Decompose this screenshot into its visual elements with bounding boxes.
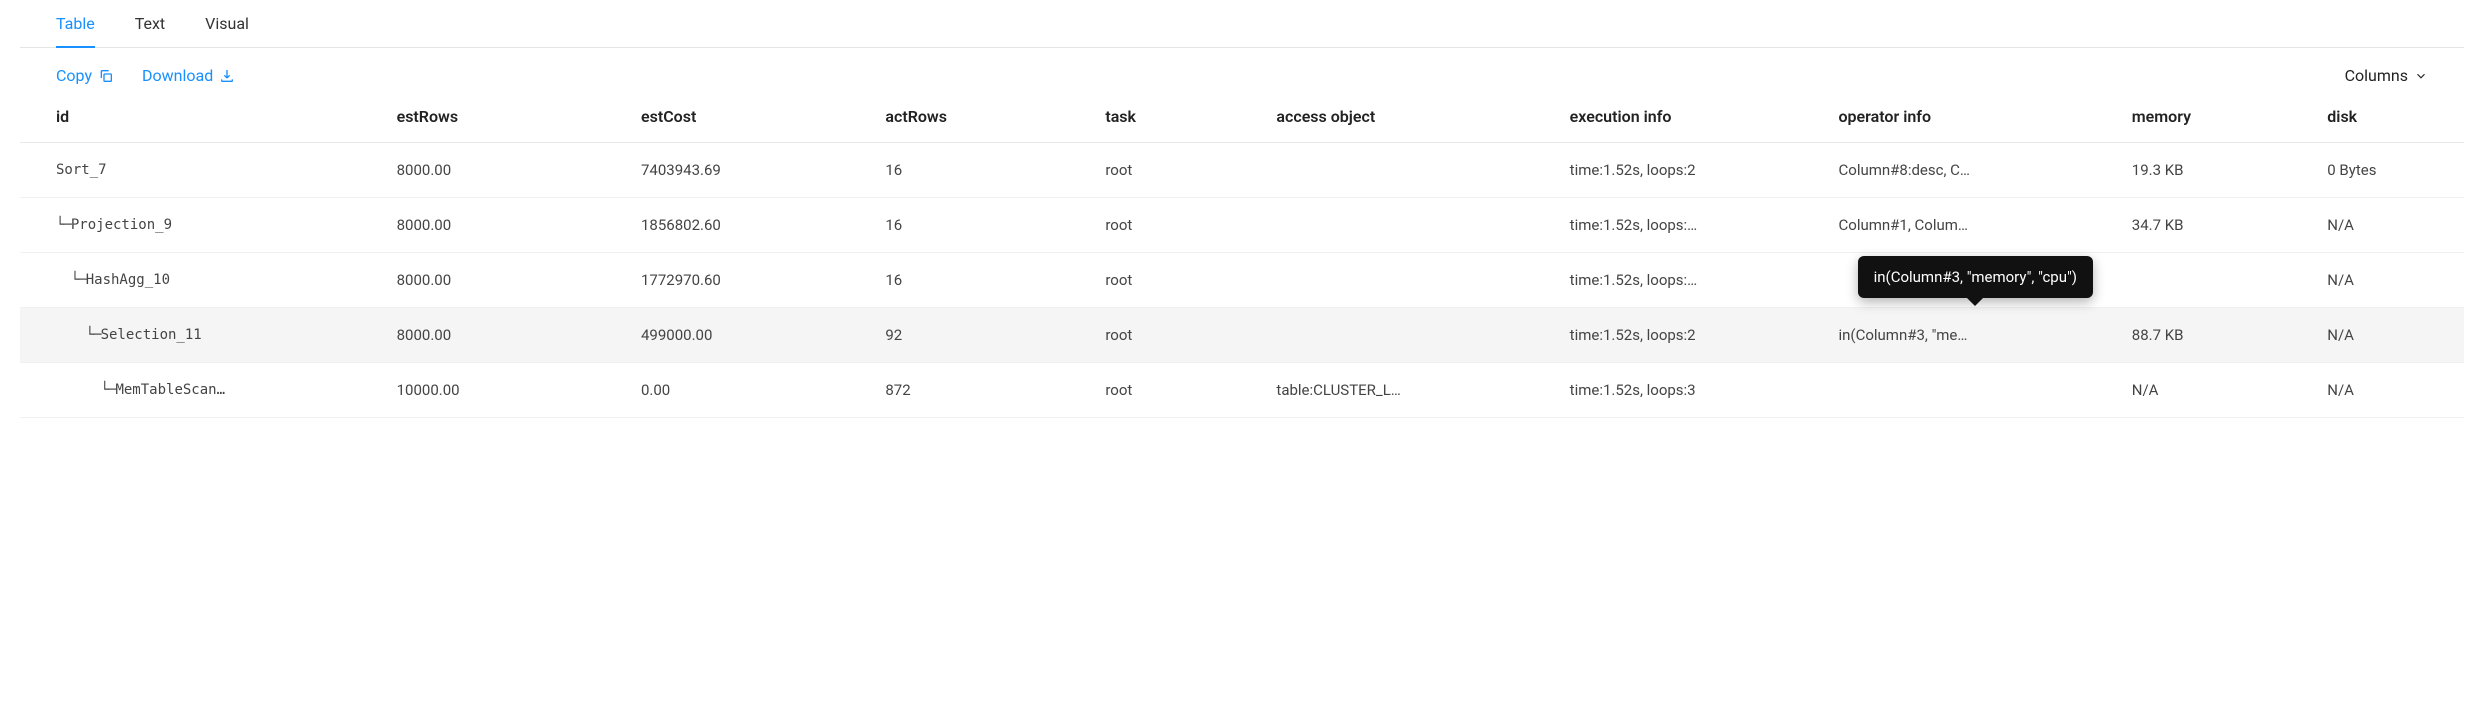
column-header-execution_info[interactable]: execution info [1560, 99, 1829, 143]
tab-table[interactable]: Table [56, 0, 95, 47]
cell-operator_info: in(Column#3, "me… [1829, 308, 2122, 363]
cell-estRows: 8000.00 [387, 253, 631, 308]
cell-memory: 19.3 KB [2122, 143, 2318, 198]
cell-disk: N/A [2317, 308, 2464, 363]
copy-label: Copy [56, 66, 92, 85]
cell-estCost: 7403943.69 [631, 143, 875, 198]
cell-task: root [1095, 363, 1266, 418]
chevron-down-icon [2414, 69, 2428, 83]
table-row[interactable]: └─HashAgg_108000.001772970.6016roottime:… [20, 253, 2464, 308]
cell-estCost: 1856802.60 [631, 198, 875, 253]
cell-estRows: 10000.00 [387, 363, 631, 418]
cell-disk: 0 Bytes [2317, 143, 2464, 198]
cell-disk: N/A [2317, 198, 2464, 253]
column-header-estCost[interactable]: estCost [631, 99, 875, 143]
table-row[interactable]: └─Projection_98000.001856802.6016roottim… [20, 198, 2464, 253]
column-header-memory[interactable]: memory [2122, 99, 2318, 143]
copy-button[interactable]: Copy [56, 66, 114, 85]
table-body: Sort_78000.007403943.6916roottime:1.52s,… [20, 143, 2464, 418]
operator-id: MemTableScan… [115, 382, 225, 398]
cell-estRows: 8000.00 [387, 198, 631, 253]
tree-prefix: └─ [56, 327, 101, 343]
table-wrap: idestRowsestCostactRowstaskaccess object… [20, 99, 2464, 418]
cell-memory: 88.7 KB [2122, 308, 2318, 363]
cell-execution_info: time:1.52s, loops:2 [1560, 308, 1829, 363]
cell-operator_info [1829, 253, 2122, 308]
cell-execution_info: time:1.52s, loops:… [1560, 198, 1829, 253]
tab-text[interactable]: Text [135, 0, 165, 47]
columns-label: Columns [2345, 66, 2408, 85]
column-header-actRows[interactable]: actRows [875, 99, 1095, 143]
cell-id: Sort_7 [20, 143, 387, 198]
cell-execution_info: time:1.52s, loops:3 [1560, 363, 1829, 418]
columns-button[interactable]: Columns [2345, 66, 2428, 85]
column-header-estRows[interactable]: estRows [387, 99, 631, 143]
table-row[interactable]: Sort_7 8000.007403943.6916root time:1.52s,… [20, 143, 2464, 198]
copy-icon [98, 68, 114, 84]
operator-id: Selection_11 [101, 327, 202, 343]
cell-estRows: 8000.00 [387, 143, 631, 198]
cell-operator_info [1829, 363, 2122, 418]
cell-task: root [1095, 253, 1266, 308]
cell-access_object [1266, 308, 1559, 363]
cell-memory: 34.7 KB [2122, 198, 2318, 253]
cell-disk: N/A [2317, 363, 2464, 418]
cell-disk: N/A [2317, 253, 2464, 308]
tab-visual[interactable]: Visual [205, 0, 249, 47]
cell-memory [2122, 253, 2318, 308]
tree-prefix: └─ [56, 217, 71, 233]
cell-actRows: 872 [875, 363, 1095, 418]
column-header-access_object[interactable]: access object [1266, 99, 1559, 143]
cell-access_object [1266, 143, 1559, 198]
toolbar: Copy Download Columns [20, 66, 2464, 99]
table-row[interactable]: └─MemTableScan…10000.000.00872roottable:… [20, 363, 2464, 418]
cell-estCost: 1772970.60 [631, 253, 875, 308]
cell-estRows: 8000.00 [387, 308, 631, 363]
cell-execution_info: time:1.52s, loops:… [1560, 253, 1829, 308]
cell-actRows: 16 [875, 198, 1095, 253]
cell-operator_info: Column#8:desc, C… [1829, 143, 2122, 198]
download-button[interactable]: Download [142, 66, 235, 85]
cell-access_object [1266, 253, 1559, 308]
plan-table: idestRowsestCostactRowstaskaccess object… [20, 99, 2464, 418]
cell-access_object [1266, 198, 1559, 253]
cell-estCost: 0.00 [631, 363, 875, 418]
download-icon [219, 68, 235, 84]
cell-id: └─MemTableScan… [20, 363, 387, 418]
column-header-task[interactable]: task [1095, 99, 1266, 143]
cell-operator_info: Column#1, Colum… [1829, 198, 2122, 253]
column-header-disk[interactable]: disk [2317, 99, 2464, 143]
tabs: Table Text Visual [20, 0, 2464, 48]
cell-task: root [1095, 198, 1266, 253]
table-row[interactable]: └─Selection_118000.00499000.0092roottime… [20, 308, 2464, 363]
cell-task: root [1095, 143, 1266, 198]
column-header-id[interactable]: id [20, 99, 387, 143]
operator-id: Projection_9 [71, 217, 172, 233]
download-label: Download [142, 66, 213, 85]
table-header-row: idestRowsestCostactRowstaskaccess object… [20, 99, 2464, 143]
cell-id: └─Selection_11 [20, 308, 387, 363]
cell-actRows: 16 [875, 143, 1095, 198]
cell-id: └─HashAgg_10 [20, 253, 387, 308]
cell-execution_info: time:1.52s, loops:2 [1560, 143, 1829, 198]
cell-memory: N/A [2122, 363, 2318, 418]
tree-prefix: └─ [56, 382, 115, 398]
tree-prefix: └─ [56, 272, 86, 288]
cell-actRows: 16 [875, 253, 1095, 308]
operator-id: Sort_7 [56, 162, 107, 178]
cell-task: root [1095, 308, 1266, 363]
operator-id: HashAgg_10 [86, 272, 170, 288]
cell-id: └─Projection_9 [20, 198, 387, 253]
cell-estCost: 499000.00 [631, 308, 875, 363]
cell-access_object: table:CLUSTER_L… [1266, 363, 1559, 418]
column-header-operator_info[interactable]: operator info [1829, 99, 2122, 143]
cell-actRows: 92 [875, 308, 1095, 363]
